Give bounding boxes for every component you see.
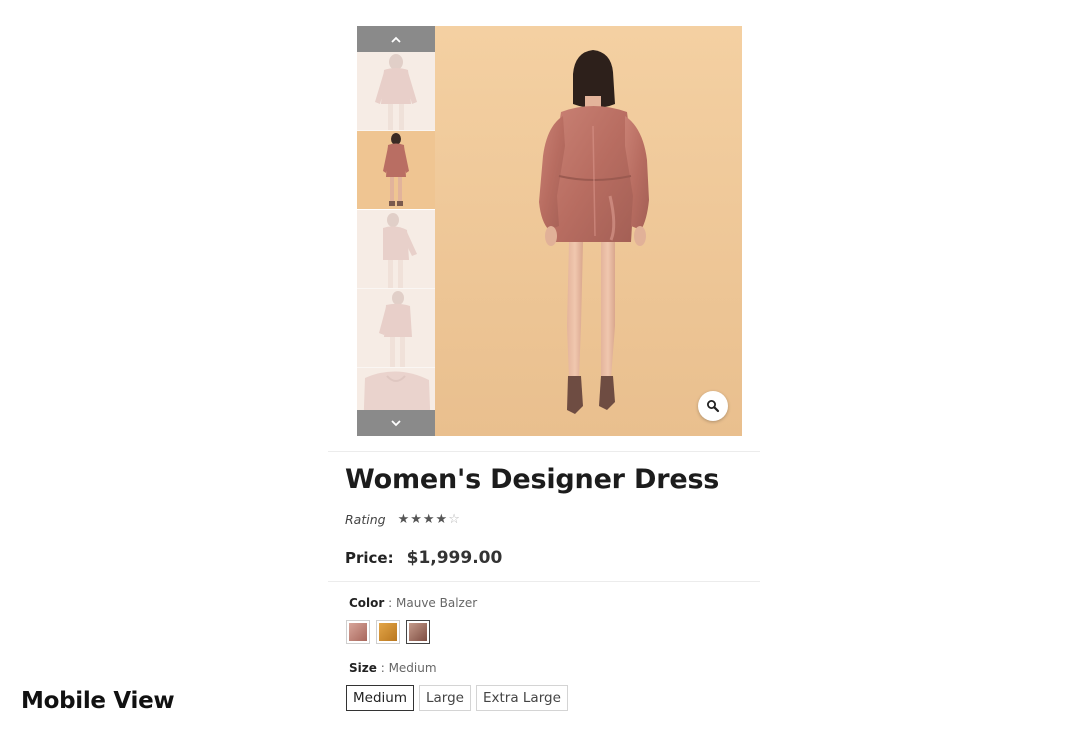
color-label: Color — [349, 596, 385, 610]
zoom-button[interactable] — [698, 391, 728, 421]
color-swatch-2[interactable] — [376, 620, 400, 644]
star-icon-3: ★ — [422, 512, 436, 527]
thumbnail-image-2[interactable] — [357, 131, 435, 210]
star-rating: ★★★★☆ — [398, 512, 461, 527]
product-gallery — [357, 26, 742, 436]
rating-label: Rating — [345, 512, 386, 527]
price-row: Price: $1,999.00 — [345, 548, 502, 568]
product-rating: Rating ★★★★☆ — [345, 512, 461, 527]
star-icon-2: ★ — [410, 512, 423, 527]
star-icon-1: ★ — [397, 512, 411, 527]
divider-bottom — [328, 581, 760, 582]
thumbnail-strip — [357, 26, 435, 436]
color-swatch-3[interactable] — [406, 620, 430, 644]
star-icon-4: ★ — [435, 512, 449, 527]
chevron-down-icon — [391, 419, 401, 426]
size-option-medium[interactable]: Medium — [346, 685, 414, 711]
price-value: $1,999.00 — [406, 548, 503, 568]
chevron-up-icon — [391, 36, 401, 43]
star-empty-icon-5: ☆ — [448, 512, 461, 527]
magnifier-icon — [707, 400, 720, 413]
size-option-line: Size : Medium — [349, 661, 437, 675]
size-separator: : — [376, 661, 389, 675]
color-swatch-1[interactable] — [346, 620, 370, 644]
product-title: Women's Designer Dress — [345, 464, 720, 495]
color-value: Mauve Balzer — [396, 596, 478, 610]
thumbnail-image-3[interactable] — [357, 210, 435, 289]
thumbnail-scroll-down-button[interactable] — [357, 410, 435, 436]
size-label: Size — [349, 661, 377, 675]
size-options: Medium Large Extra Large — [346, 685, 568, 711]
divider-top — [328, 451, 760, 452]
color-swatches — [346, 620, 430, 644]
price-label: Price: — [345, 549, 394, 567]
size-option-extra-large[interactable]: Extra Large — [475, 685, 568, 711]
thumbnail-scroll-up-button[interactable] — [357, 26, 435, 52]
product-photo — [435, 26, 742, 436]
size-value: Medium — [388, 661, 437, 675]
mobile-view-caption: Mobile View — [21, 688, 175, 714]
size-option-large[interactable]: Large — [418, 685, 471, 711]
color-separator: : — [384, 596, 396, 610]
color-option-line: Color : Mauve Balzer — [349, 596, 477, 610]
thumbnail-image-1[interactable] — [357, 52, 435, 131]
thumbnail-image-4[interactable] — [357, 289, 435, 368]
main-product-image[interactable] — [435, 26, 742, 436]
